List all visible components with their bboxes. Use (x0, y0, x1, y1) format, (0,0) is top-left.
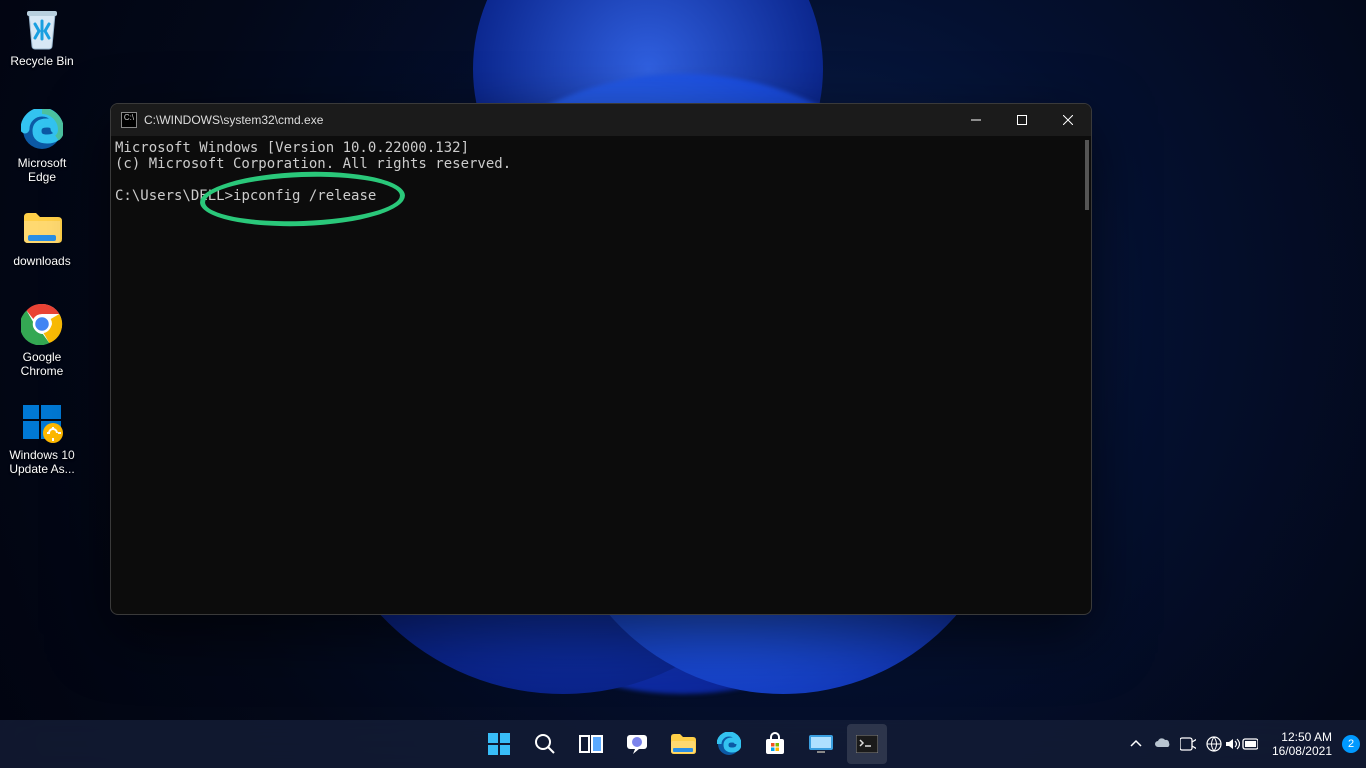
taskview-button[interactable] (571, 724, 611, 764)
monitor-icon (808, 734, 834, 754)
windows-start-icon (487, 732, 511, 756)
edge-button[interactable] (709, 724, 749, 764)
desktop-icon-label: Windows 10 Update As... (4, 448, 80, 476)
start-button[interactable] (479, 724, 519, 764)
maximize-button[interactable] (999, 104, 1045, 136)
taskbar[interactable]: 12:50 AM 16/08/2021 2 (0, 720, 1366, 768)
desktop-icon-chrome[interactable]: Google Chrome (4, 302, 80, 378)
taskbar-center (479, 724, 887, 764)
onedrive-icon[interactable] (1154, 736, 1170, 752)
cmd-window[interactable]: C:\ C:\WINDOWS\system32\cmd.exe Microsof… (110, 103, 1092, 615)
titlebar[interactable]: C:\ C:\WINDOWS\system32\cmd.exe (111, 104, 1091, 136)
notification-count: 2 (1348, 738, 1354, 750)
edge-icon (20, 108, 64, 152)
edge-icon (717, 732, 741, 756)
console-prompt: C:\Users\DELL> (115, 188, 233, 204)
close-button[interactable] (1045, 104, 1091, 136)
system-tray[interactable]: 12:50 AM 16/08/2021 2 (1128, 730, 1360, 758)
chat-icon (625, 732, 649, 756)
settings-button[interactable] (801, 724, 841, 764)
search-icon (534, 733, 556, 755)
language-icon[interactable] (1206, 736, 1222, 752)
tray-overflow-button[interactable] (1128, 736, 1144, 752)
cmd-taskbar-button[interactable] (847, 724, 887, 764)
console-line: Microsoft Windows [Version 10.0.22000.13… (115, 140, 469, 156)
scrollbar[interactable] (1085, 140, 1089, 210)
folder-icon (670, 733, 696, 755)
desktop-icon-edge[interactable]: Microsoft Edge (4, 108, 80, 184)
notification-badge[interactable]: 2 (1342, 735, 1360, 753)
taskview-icon (579, 733, 603, 755)
store-button[interactable] (755, 724, 795, 764)
search-button[interactable] (525, 724, 565, 764)
cmd-app-icon: C:\ (121, 112, 137, 128)
network-sound-battery[interactable] (1206, 736, 1258, 752)
volume-icon[interactable] (1224, 736, 1240, 752)
desktop-icon-label: Microsoft Edge (4, 156, 80, 184)
windows-update-icon (20, 400, 64, 444)
maximize-icon (1017, 115, 1027, 125)
console-output[interactable]: Microsoft Windows [Version 10.0.22000.13… (111, 136, 1091, 614)
recycle-bin-icon (20, 6, 64, 50)
chevron-up-icon (1130, 738, 1142, 750)
desktop-icon-label: Recycle Bin (4, 54, 80, 68)
desktop-icon-recycle-bin[interactable]: Recycle Bin (4, 6, 80, 68)
desktop-icon-label: downloads (4, 254, 80, 268)
battery-icon[interactable] (1242, 736, 1258, 752)
desktop-icon-downloads[interactable]: downloads (4, 206, 80, 268)
terminal-icon (856, 735, 878, 753)
chat-button[interactable] (617, 724, 657, 764)
desktop-icon-win10-update[interactable]: Windows 10 Update As... (4, 400, 80, 476)
time-text: 12:50 AM (1272, 730, 1332, 744)
minimize-icon (971, 115, 981, 125)
console-command[interactable]: ipconfig /release (233, 188, 376, 204)
store-icon (763, 732, 787, 756)
date-text: 16/08/2021 (1272, 744, 1332, 758)
chrome-icon (20, 302, 64, 346)
console-line: (c) Microsoft Corporation. All rights re… (115, 156, 511, 172)
meet-now-icon[interactable] (1180, 736, 1196, 752)
folder-icon (20, 206, 64, 250)
desktop-icon-label: Google Chrome (4, 350, 80, 378)
minimize-button[interactable] (953, 104, 999, 136)
window-title: C:\WINDOWS\system32\cmd.exe (144, 113, 953, 127)
explorer-button[interactable] (663, 724, 703, 764)
clock[interactable]: 12:50 AM 16/08/2021 (1272, 730, 1332, 758)
close-icon (1063, 115, 1073, 125)
